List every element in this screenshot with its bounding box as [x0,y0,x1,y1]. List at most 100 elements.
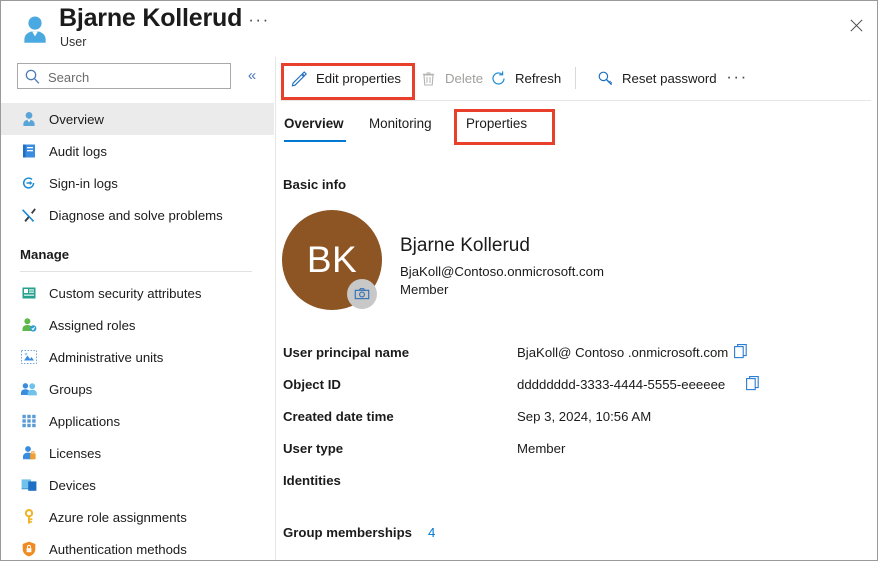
devices-icon [20,476,38,494]
property-value: dddddddd-3333-4444-5555-eeeeee [517,377,726,392]
property-label: Created date time [283,409,394,424]
search-icon [24,68,41,85]
user-membership-type: Member [400,282,449,297]
sidebar-item-administrative-units[interactable]: Administrative units [1,341,274,373]
sidebar-item-audit-logs[interactable]: Audit logs [1,135,274,167]
property-row-user-type: User type Member [276,441,877,473]
property-label: Object ID [283,377,341,392]
search-box[interactable] [17,63,231,90]
property-value: BjaKoll@ Contoso .onmicrosoft.com [517,345,729,360]
group-memberships-row: Group memberships 4 [276,525,877,557]
applications-grid-icon [20,412,38,430]
copy-icon[interactable] [745,375,762,392]
sidebar-item-licenses[interactable]: Licenses [1,437,274,469]
main-content: Edit properties Delete Refresh Reset pas… [276,57,877,560]
property-label: User principal name [283,345,410,360]
edit-properties-button[interactable]: Edit properties [284,63,408,93]
tab-properties[interactable]: Properties [466,107,527,139]
sidebar-item-label: Administrative units [49,349,164,365]
sidebar-item-label: Overview [49,111,104,127]
sidebar-item-assigned-roles[interactable]: Assigned roles [1,309,274,341]
delete-label: Delete [445,70,484,86]
sidebar-item-diagnose-and-solve-problems[interactable]: Diagnose and solve problems [1,199,274,231]
group-memberships-count-link[interactable]: 4 [428,525,435,540]
sidebar-divider [20,271,252,272]
reset-password-label: Reset password [622,70,717,86]
edit-properties-label: Edit properties [316,70,402,86]
sidebar-item-label: Applications [49,413,121,429]
sidebar-item-groups[interactable]: Groups [1,373,274,405]
administrative-units-icon [20,348,38,366]
sidebar-nav-list: Overview Audit logs Sign-in logs Diagnos… [1,103,274,560]
refresh-icon [490,70,507,87]
camera-icon [354,288,370,300]
avatar: BK [282,210,386,314]
sidebar-item-label: Devices [49,477,96,493]
sidebar-item-azure-role-assignments[interactable]: Azure role assignments [1,501,274,533]
sidebar-item-custom-security-attributes[interactable]: Custom security attributes [1,277,274,309]
close-icon [849,18,863,32]
tab-bar: Overview Monitoring Properties [276,107,877,145]
toolbar-more-menu-button[interactable]: ··· [724,65,750,91]
sidebar-item-overview[interactable]: Overview [1,103,274,135]
book-icon [20,142,38,160]
property-row-object-id: Object ID dddddddd-3333-4444-5555-eeeeee [276,375,877,409]
search-input[interactable] [46,64,228,90]
attribute-card-icon [20,284,38,302]
sidebar-item-label: Assigned roles [49,317,136,333]
page-title: Bjarne Kollerud [59,4,243,32]
tab-monitoring[interactable]: Monitoring [369,107,432,139]
trash-icon [420,70,437,87]
refresh-label: Refresh [515,70,562,86]
header-more-menu-button[interactable]: ··· [246,11,272,34]
sidebar-item-authentication-methods[interactable]: Authentication methods [1,533,274,560]
pencil-icon [291,70,308,87]
sidebar-item-applications[interactable]: Applications [1,405,274,437]
property-row-identities: Identities [276,473,877,505]
tab-overview[interactable]: Overview [284,107,344,139]
azure-user-blade: Bjarne Kollerud User ··· « [0,0,878,561]
tab-active-indicator [284,140,346,142]
copy-icon[interactable] [733,343,750,360]
user-icon [20,110,38,128]
property-label: Identities [283,473,341,488]
shield-lock-icon [20,540,38,558]
toolbar-bottom-border [281,100,871,101]
assigned-roles-icon [20,316,38,334]
sidebar-item-label: Licenses [49,445,102,461]
key-icon [20,508,38,526]
reset-password-button[interactable]: Reset password [590,63,724,93]
basic-info-heading: Basic info [283,177,347,192]
property-row-created-date-time: Created date time Sep 3, 2024, 10:56 AM [276,409,877,441]
sidebar-item-label: Authentication methods [49,541,187,557]
sign-in-icon [20,174,38,192]
property-row-user-principal-name: User principal name BjaKoll@ Contoso .on… [276,343,877,377]
sidebar-item-label: Diagnose and solve problems [49,207,223,223]
user-display-name: Bjarne Kollerud [400,235,530,256]
property-value: Member [517,441,566,456]
sidebar-item-label: Sign-in logs [49,175,118,191]
sidebar-search-row: « [1,63,275,97]
change-photo-button[interactable] [347,279,377,309]
user-email: BjaKoll@Contoso.onmicrosoft.com [400,264,604,279]
command-toolbar: Edit properties Delete Refresh Reset pas… [276,57,877,101]
sidebar-item-devices[interactable]: Devices [1,469,274,501]
property-value: Sep 3, 2024, 10:56 AM [517,409,652,424]
sidebar: « Overview [1,57,276,560]
key-search-icon [597,70,614,87]
blade-header: Bjarne Kollerud User ··· [1,1,877,57]
toolbar-separator [575,67,576,89]
sidebar-item-label: Groups [49,381,93,397]
delete-button: Delete [413,63,490,93]
page-subtitle: User [60,35,87,49]
wrench-icon [20,206,38,224]
refresh-button[interactable]: Refresh [483,63,568,93]
sidebar-item-label: Audit logs [49,143,107,159]
collapse-sidebar-button[interactable]: « [241,65,263,87]
sidebar-item-label: Azure role assignments [49,509,187,525]
property-label: User type [283,441,344,456]
sidebar-item-sign-in-logs[interactable]: Sign-in logs [1,167,274,199]
close-button[interactable] [839,9,873,41]
group-memberships-label: Group memberships [283,525,412,540]
sidebar-item-label: Custom security attributes [49,285,202,301]
